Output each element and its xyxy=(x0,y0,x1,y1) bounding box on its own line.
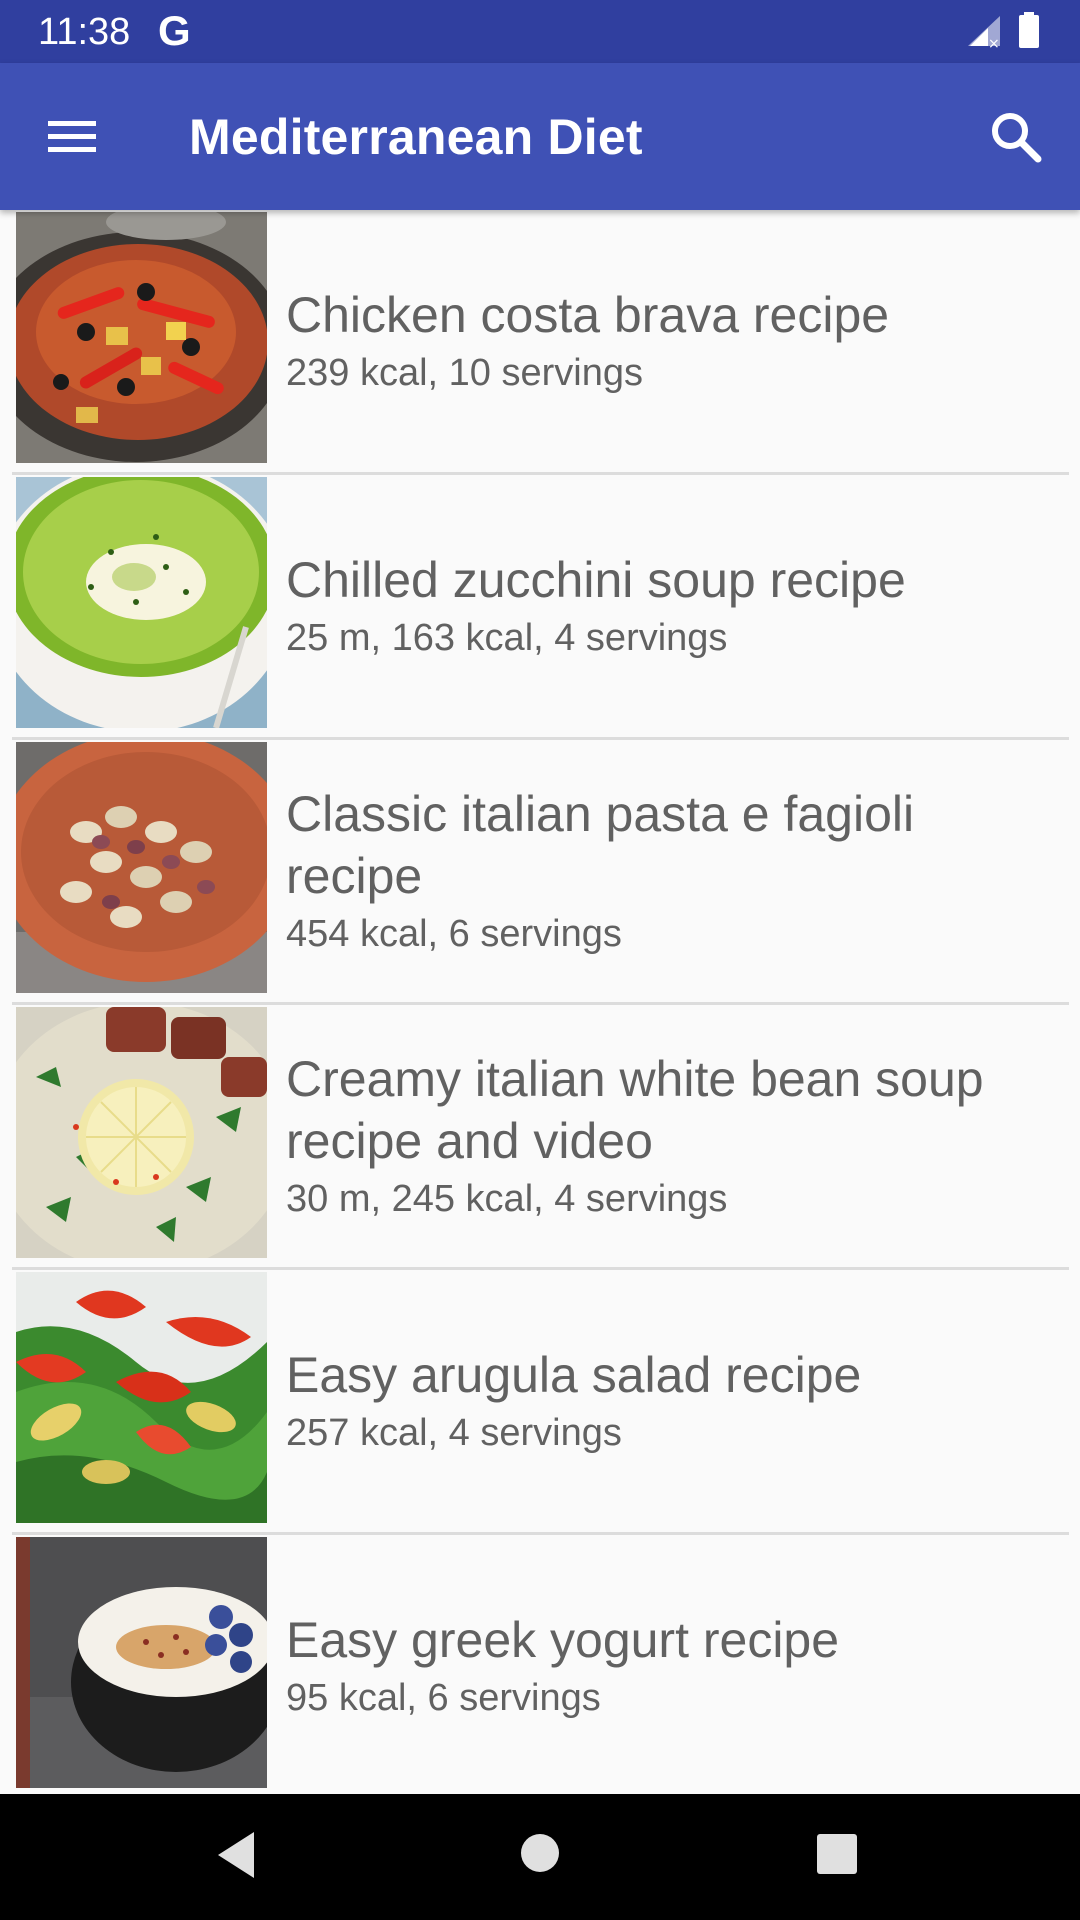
arugula-salad-image xyxy=(16,1272,267,1523)
app-bar: Mediterranean Diet xyxy=(0,63,1080,210)
white-bean-soup-image xyxy=(16,1007,267,1258)
battery-icon xyxy=(1019,12,1039,48)
home-icon[interactable] xyxy=(519,1832,561,1874)
recents-icon[interactable] xyxy=(816,1833,858,1875)
recipe-details: 454 kcal, 6 servings xyxy=(286,913,622,955)
status-bar: 11:38 G × xyxy=(0,0,1080,63)
pasta-bean-bowl-image xyxy=(16,742,267,993)
recipe-title: Chicken costa brava recipe xyxy=(286,287,890,343)
recipe-list-item[interactable]: Chilled zucchini soup recipe 25 m, 163 k… xyxy=(12,475,1069,740)
search-icon[interactable] xyxy=(986,107,1046,167)
status-time: 11:38 xyxy=(38,11,131,53)
system-navigation-bar xyxy=(0,1794,1080,1920)
recipe-list[interactable]: Chicken costa brava recipe 239 kcal, 10 … xyxy=(0,210,1080,1794)
recipe-details: 95 kcal, 6 servings xyxy=(286,1677,601,1719)
svg-text:×: × xyxy=(988,36,1000,48)
recipe-title: Creamy italian white bean soup recipe an… xyxy=(286,1051,984,1169)
recipe-title: Chilled zucchini soup recipe xyxy=(286,552,906,608)
greek-yogurt-bowl-image xyxy=(16,1537,267,1788)
google-notification-icon: G xyxy=(158,7,191,54)
recipe-list-item[interactable]: Chicken costa brava recipe 239 kcal, 10 … xyxy=(12,210,1069,475)
recipe-title: Classic italian pasta e fagioli recipe xyxy=(286,786,915,904)
signal-icon: × xyxy=(968,16,1000,48)
page-title: Mediterranean Diet xyxy=(189,109,643,165)
back-icon[interactable] xyxy=(214,1830,258,1880)
recipe-details: 239 kcal, 10 servings xyxy=(286,352,643,394)
recipe-list-item[interactable]: Creamy italian white bean soup recipe an… xyxy=(12,1005,1069,1270)
recipe-details: 30 m, 245 kcal, 4 servings xyxy=(286,1178,728,1220)
hamburger-menu-icon[interactable] xyxy=(44,111,100,161)
recipe-details: 25 m, 163 kcal, 4 servings xyxy=(286,617,728,659)
chicken-stew-pan-image xyxy=(16,212,267,463)
green-soup-bowl-image xyxy=(16,477,267,728)
recipe-title: Easy arugula salad recipe xyxy=(286,1347,862,1403)
recipe-title: Easy greek yogurt recipe xyxy=(286,1612,840,1668)
recipe-list-item[interactable]: Easy greek yogurt recipe 95 kcal, 6 serv… xyxy=(12,1535,1069,1794)
recipe-details: 257 kcal, 4 servings xyxy=(286,1412,622,1454)
recipe-list-item[interactable]: Easy arugula salad recipe 257 kcal, 4 se… xyxy=(12,1270,1069,1535)
recipe-list-item[interactable]: Classic italian pasta e fagioli recipe 4… xyxy=(12,740,1069,1005)
